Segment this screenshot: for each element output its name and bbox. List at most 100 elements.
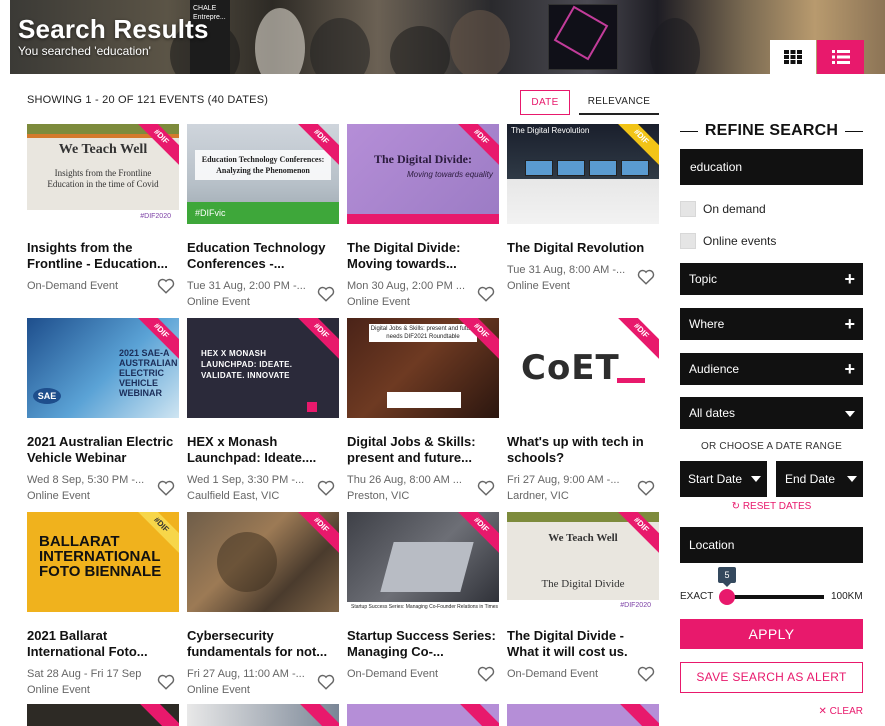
distance-slider-handle[interactable] <box>719 589 735 605</box>
heart-icon[interactable] <box>477 479 495 497</box>
event-card[interactable]: Education Technology Conferences: Analyz… <box>187 124 339 308</box>
event-card[interactable]: The Digital Divide: Moving towards equal… <box>347 124 499 308</box>
thumb-subheading: Moving towards equality <box>407 170 493 179</box>
plus-icon: + <box>844 359 855 379</box>
online-events-checkbox[interactable]: Online events <box>680 232 776 250</box>
list-view-button[interactable] <box>817 40 864 74</box>
thumb-heading: 2021 SAE-A AUSTRALIAN ELECTRIC VEHICLE W… <box>119 348 178 398</box>
heart-icon[interactable] <box>317 479 335 497</box>
event-thumbnail[interactable]: BALLARAT INTERNATIONAL FOTO BIENNALE #DI… <box>27 512 179 612</box>
event-thumbnail[interactable]: Digital Jobs & Skills: present and futur… <box>347 318 499 418</box>
event-date: Wed 1 Sep, 3:30 PM -... <box>187 474 305 486</box>
event-thumbnail[interactable]: Education Technology Conferences: Analyz… <box>187 124 339 224</box>
grid-view-button[interactable] <box>770 40 816 74</box>
dif-ribbon <box>447 704 499 726</box>
event-thumbnail[interactable]: The Digital Divide: Moving towards equal… <box>347 124 499 224</box>
audience-filter[interactable]: Audience + <box>680 353 863 385</box>
heart-icon[interactable] <box>157 673 175 691</box>
event-title[interactable]: Cybersecurity fundamentals for not... <box>187 628 339 660</box>
heart-icon[interactable] <box>317 673 335 691</box>
event-card[interactable]: HEX X MONASH LAUNCHPAD: IDEATE. VALIDATE… <box>187 318 339 502</box>
event-card[interactable]: We Teach Well Insights from the Frontlin… <box>27 124 179 294</box>
event-title[interactable]: HEX x Monash Launchpad: Ideate.... <box>187 434 339 466</box>
event-title[interactable]: The Digital Revolution <box>507 240 659 256</box>
event-thumbnail[interactable]: The Digital Revolution #DIF <box>507 124 659 224</box>
thumb-heading: The Digital Divide: <box>374 152 472 166</box>
event-title[interactable]: Education Technology Conferences -... <box>187 240 339 272</box>
heart-icon[interactable] <box>477 665 495 683</box>
heart-icon[interactable] <box>477 285 495 303</box>
event-card[interactable]: Startup Success Series: Managing Co-Foun… <box>347 512 499 682</box>
thumb-subheading: Insights from the Frontline Education in… <box>47 168 159 189</box>
event-thumbnail[interactable]: HEX X MONASH LAUNCHPAD: IDEATE. VALIDATE… <box>187 318 339 418</box>
event-card[interactable]: Digital Jobs & Skills: present and futur… <box>347 318 499 502</box>
checkbox[interactable] <box>680 201 696 217</box>
event-date: Sat 28 Aug - Fri 17 Sep <box>27 668 142 680</box>
start-date-picker[interactable]: Start Date <box>680 461 767 497</box>
event-title[interactable]: Digital Jobs & Skills: present and futur… <box>347 434 499 466</box>
event-thumbnail[interactable] <box>347 704 499 726</box>
on-demand-checkbox[interactable]: On demand <box>680 200 766 218</box>
event-title[interactable]: Insights from the Frontline - Education.… <box>27 240 179 272</box>
where-filter[interactable]: Where + <box>680 308 863 340</box>
range-min-label: EXACT <box>680 591 714 602</box>
end-date-picker[interactable]: End Date <box>776 461 863 497</box>
thumb-heading: Education Technology Conferences: Analyz… <box>195 150 331 180</box>
event-location: Online Event <box>507 280 570 292</box>
chevron-down-icon <box>845 411 855 417</box>
event-thumbnail[interactable]: #DIF <box>187 512 339 612</box>
save-search-alert-button[interactable]: SAVE SEARCH AS ALERT <box>680 662 863 693</box>
location-input[interactable]: Location <box>680 527 863 563</box>
heart-icon[interactable] <box>637 268 655 286</box>
heart-icon[interactable] <box>637 479 655 497</box>
event-title[interactable]: What's up with tech in schools? <box>507 434 659 466</box>
event-thumbnail[interactable] <box>187 704 339 726</box>
event-card[interactable]: CoET #DIF What's up with tech in schools… <box>507 318 659 502</box>
event-thumbnail[interactable] <box>507 704 659 726</box>
apply-button[interactable]: APPLY <box>680 619 863 649</box>
event-title[interactable]: The Digital Divide - What it will cost u… <box>507 628 659 660</box>
coet-logo: CoET <box>521 348 620 388</box>
event-thumbnail[interactable]: We Teach Well The Digital Divide #DIF202… <box>507 512 659 612</box>
checkbox[interactable] <box>680 233 696 249</box>
heart-icon[interactable] <box>317 285 335 303</box>
thumb-heading: Digital Jobs & Skills: present and futur… <box>369 324 477 342</box>
heart-icon[interactable] <box>157 479 175 497</box>
event-location: Lardner, VIC <box>507 490 569 502</box>
event-thumbnail[interactable]: 2021 SAE-A AUSTRALIAN ELECTRIC VEHICLE W… <box>27 318 179 418</box>
search-summary: You searched 'education' <box>18 44 151 58</box>
event-location: Online Event <box>27 684 90 696</box>
event-card[interactable]: We Teach Well The Digital Divide #DIF202… <box>507 512 659 682</box>
heart-icon[interactable] <box>637 665 655 683</box>
event-thumbnail[interactable]: CoET #DIF <box>507 318 659 418</box>
filter-label: Audience <box>689 362 740 376</box>
event-title[interactable]: Startup Success Series: Managing Co-... <box>347 628 499 660</box>
topic-filter[interactable]: Topic + <box>680 263 863 295</box>
event-location: Preston, VIC <box>347 490 410 502</box>
event-title[interactable]: The Digital Divide: Moving towards... <box>347 240 499 272</box>
date-label: End Date <box>785 472 836 486</box>
reset-dates-link[interactable]: ↻ RESET DATES <box>680 501 863 512</box>
event-thumbnail[interactable]: We Teach Well Insights from the Frontlin… <box>27 124 179 224</box>
sort-by-date-button[interactable]: DATE <box>520 90 570 115</box>
thumb-heading: We Teach Well <box>548 532 618 544</box>
event-card[interactable]: 2021 SAE-A AUSTRALIAN ELECTRIC VEHICLE W… <box>27 318 179 502</box>
sort-by-relevance-button[interactable]: RELEVANCE <box>579 90 659 115</box>
checkbox-label: On demand <box>703 202 766 216</box>
event-card[interactable]: #DIF Cybersecurity fundamentals for not.… <box>187 512 339 696</box>
event-title[interactable]: 2021 Ballarat International Foto... <box>27 628 179 660</box>
search-input[interactable]: education <box>680 149 863 185</box>
event-card[interactable]: BALLARAT INTERNATIONAL FOTO BIENNALE #DI… <box>27 512 179 696</box>
event-card[interactable]: The Digital Revolution #DIF The Digital … <box>507 124 659 292</box>
distance-slider-track[interactable] <box>727 595 824 599</box>
all-dates-select[interactable]: All dates <box>680 397 863 429</box>
clear-link[interactable]: ✕ CLEAR <box>780 706 863 717</box>
event-date: Tue 31 Aug, 8:00 AM -... <box>507 264 626 276</box>
event-location: Caulfield East, VIC <box>187 490 280 502</box>
thumb-heading: The Digital Revolution <box>511 126 590 135</box>
event-thumbnail[interactable]: Startup Success Series: Managing Co-Foun… <box>347 512 499 612</box>
heart-icon[interactable] <box>157 277 175 295</box>
event-thumbnail[interactable] <box>27 704 179 726</box>
event-date: Mon 30 Aug, 2:00 PM ... <box>347 280 466 292</box>
event-title[interactable]: 2021 Australian Electric Vehicle Webinar <box>27 434 179 466</box>
